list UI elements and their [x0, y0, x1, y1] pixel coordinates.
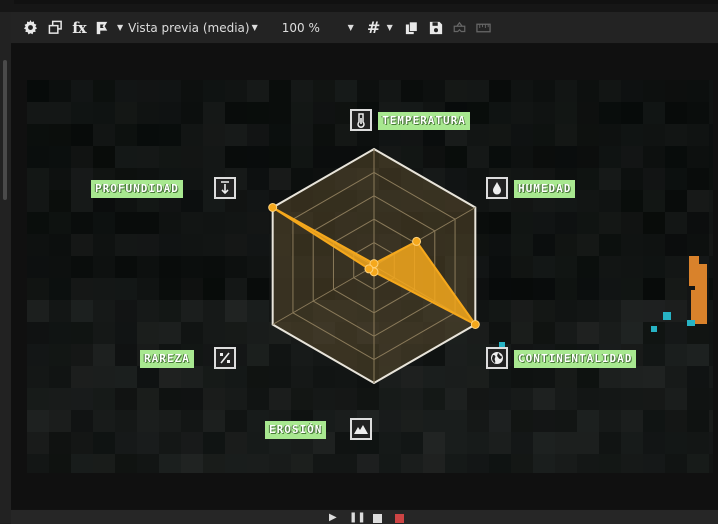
- axis-label-temperatura: TEMPERATURA: [378, 112, 470, 130]
- water-drop-icon: [493, 182, 501, 195]
- axis-icon-temperatura: [350, 109, 372, 131]
- axis-label-erosion: EROSIÓN: [265, 421, 327, 439]
- axis-icon-humedad: [486, 177, 508, 199]
- axis-label-rareza: RAREZA: [140, 350, 194, 368]
- grid-options-dropdown[interactable]: ▼: [384, 17, 396, 39]
- save-frame-button[interactable]: [424, 17, 448, 39]
- radar-point: [268, 203, 278, 212]
- dropdown-arrow-icon: ▼: [117, 23, 124, 32]
- view-mode-dropdown[interactable]: ▼ Vista previa (media) ▼: [113, 17, 258, 39]
- fx-icon: fx: [72, 18, 86, 37]
- radar-point: [470, 320, 480, 329]
- chevron-down-icon: ▼: [347, 23, 354, 32]
- stop-icon[interactable]: [373, 514, 382, 523]
- play-icon[interactable]: ▶: [329, 513, 337, 523]
- view-mode-label: Vista previa (media): [128, 20, 250, 35]
- grid-button[interactable]: #: [364, 17, 384, 39]
- axis-label-continentalidad: CONTINENTALIDAD: [514, 350, 637, 368]
- vr-headset-icon: [453, 21, 466, 32]
- preview-viewport[interactable]: TEMPERATURA HUMEDAD CONTINENTALIDAD EROS…: [27, 80, 713, 473]
- gear-icon: [23, 20, 37, 35]
- globe-icon: [491, 352, 503, 364]
- safe-area-button[interactable]: [472, 17, 496, 39]
- vr-button[interactable]: [448, 17, 472, 39]
- fx-button[interactable]: fx: [67, 17, 91, 39]
- copy-icon: [405, 20, 418, 34]
- preview-panel: TEMPERATURA HUMEDAD CONTINENTALIDAD EROS…: [11, 44, 718, 509]
- scrollbar[interactable]: [3, 60, 7, 200]
- axis-icon-profundidad: [214, 177, 236, 199]
- radar-point: [412, 236, 422, 246]
- grid-icon: #: [367, 18, 381, 37]
- axis-icon-rareza: [214, 347, 236, 369]
- chevron-down-icon: ▼: [251, 23, 258, 32]
- record-icon[interactable]: [395, 514, 404, 523]
- window-top-strip: [0, 0, 718, 12]
- thermometer-icon: [357, 113, 365, 128]
- percent-icon: [220, 352, 230, 364]
- axis-label-humedad: HUMEDAD: [514, 180, 576, 198]
- playback-bar: ▶ ❚❚: [11, 509, 718, 524]
- chevron-down-icon: ▼: [386, 23, 393, 32]
- ruler-icon: [476, 23, 491, 32]
- axis-icon-continentalidad: [486, 347, 508, 369]
- radar-point: [364, 264, 374, 274]
- pause-icon[interactable]: ❚❚: [349, 513, 366, 523]
- radar-chart: [268, 147, 480, 385]
- preview-toolbar: fx ▼ Vista previa (media) ▼ 100 % ▼ # ▼: [11, 12, 718, 44]
- depth-arrow-icon: [221, 181, 229, 195]
- pin-button[interactable]: [91, 17, 113, 39]
- zoom-dropdown[interactable]: 100 % ▼: [282, 17, 354, 39]
- axis-label-profundidad: PROFUNDIDAD: [91, 180, 183, 198]
- copy-frame-button[interactable]: [400, 17, 424, 39]
- save-icon: [429, 21, 442, 34]
- zoom-value: 100 %: [281, 20, 320, 35]
- axis-icon-erosion: [350, 418, 372, 440]
- mountain-icon: [354, 425, 368, 434]
- tab-strip: [14, 0, 718, 4]
- settings-button[interactable]: [17, 17, 43, 39]
- flag-pin-icon: [96, 21, 108, 34]
- copy-window-button[interactable]: [43, 17, 67, 39]
- windows-icon: [48, 20, 62, 34]
